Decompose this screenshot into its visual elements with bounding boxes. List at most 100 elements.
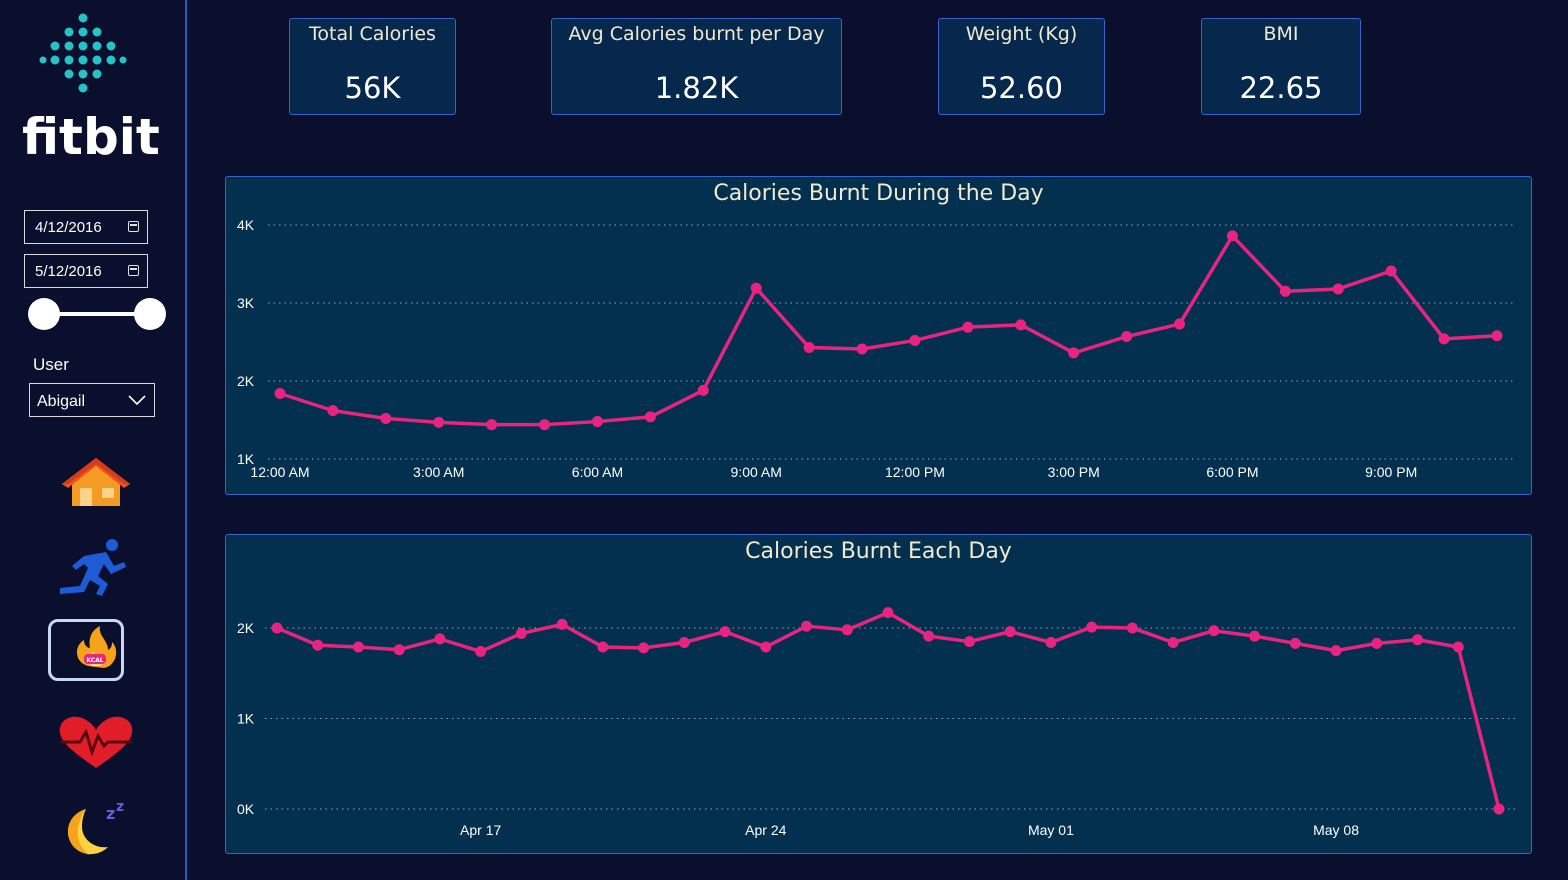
data-point bbox=[475, 646, 487, 658]
start-date-value: 4/12/2016 bbox=[35, 219, 102, 236]
data-point bbox=[963, 636, 975, 648]
data-point bbox=[697, 384, 709, 396]
kpi-title: BMI bbox=[1263, 23, 1299, 45]
data-point bbox=[434, 633, 446, 645]
data-point bbox=[803, 341, 815, 353]
data-point bbox=[1086, 621, 1098, 633]
data-point bbox=[1332, 283, 1344, 295]
data-point bbox=[312, 639, 324, 651]
calendar-icon[interactable] bbox=[128, 265, 139, 276]
data-point bbox=[1015, 319, 1027, 331]
kpi-avg-calories: Avg Calories burnt per Day 1.82K bbox=[551, 18, 842, 115]
data-point bbox=[1226, 230, 1238, 242]
data-point bbox=[556, 618, 568, 630]
kpi-total-calories: Total Calories 56K bbox=[289, 18, 456, 115]
x-tick-label: 3:00 AM bbox=[413, 464, 464, 480]
user-dropdown[interactable]: Abigail bbox=[29, 383, 155, 417]
end-date-input[interactable]: 5/12/2016 bbox=[24, 254, 148, 288]
y-tick-label: 2K bbox=[237, 373, 255, 389]
x-tick-label: 6:00 AM bbox=[572, 464, 623, 480]
data-point bbox=[597, 641, 609, 653]
y-tick-label: 2K bbox=[237, 620, 255, 636]
data-point bbox=[1371, 637, 1383, 649]
x-tick-label: Apr 17 bbox=[460, 822, 501, 838]
sidebar: fitbit 4/12/2016 5/12/2016 User Abigail bbox=[0, 0, 187, 880]
data-point bbox=[274, 387, 286, 399]
x-tick-label: 6:00 PM bbox=[1206, 464, 1258, 480]
data-point bbox=[393, 644, 405, 656]
y-tick-label: 3K bbox=[237, 295, 255, 311]
y-tick-label: 4K bbox=[237, 217, 255, 233]
data-point bbox=[1491, 330, 1503, 342]
data-point bbox=[760, 641, 772, 653]
data-point bbox=[719, 626, 731, 638]
calories-icon[interactable]: KCAL bbox=[50, 618, 142, 682]
data-point bbox=[1289, 637, 1301, 649]
data-point bbox=[271, 622, 283, 634]
data-point bbox=[1068, 347, 1080, 359]
sleep-z-icon: z bbox=[106, 804, 115, 823]
kpi-value: 22.65 bbox=[1239, 71, 1323, 105]
data-point bbox=[486, 419, 498, 431]
data-point bbox=[1208, 625, 1220, 637]
data-point bbox=[1126, 622, 1138, 634]
kpi-title: Avg Calories burnt per Day bbox=[568, 23, 825, 45]
slider-start-handle[interactable] bbox=[28, 298, 60, 330]
series-line bbox=[276, 610, 1501, 810]
data-point bbox=[644, 411, 656, 423]
calories-badge: KCAL bbox=[86, 657, 103, 664]
data-point bbox=[1004, 626, 1016, 638]
data-point bbox=[882, 607, 894, 619]
x-tick-label: 12:00 AM bbox=[250, 464, 309, 480]
data-point bbox=[1045, 636, 1057, 648]
data-point bbox=[1249, 630, 1261, 642]
kpi-weight: Weight (Kg) 52.60 bbox=[938, 18, 1105, 115]
brand-name: fitbit bbox=[22, 108, 160, 166]
chevron-down-icon bbox=[128, 395, 146, 406]
slider-end-handle[interactable] bbox=[134, 298, 166, 330]
user-selected-value: Abigail bbox=[37, 393, 86, 410]
x-tick-label: 9:00 PM bbox=[1365, 464, 1417, 480]
kpi-value: 1.82K bbox=[654, 71, 739, 105]
x-tick-label: May 01 bbox=[1028, 822, 1074, 838]
data-point bbox=[801, 620, 813, 632]
x-tick-label: Apr 24 bbox=[745, 822, 786, 838]
data-point bbox=[923, 630, 935, 642]
daily-calories-chart: 0K 1K 2K Apr 17 Apr 24 May 01 May 08 bbox=[237, 607, 1516, 838]
hourly-calories-chart: 1K2K3K4K12:00 AM 3:00 AM 6:00 AM 9:00 AM 12:… bbox=[237, 217, 1516, 480]
data-point bbox=[841, 624, 853, 636]
data-point bbox=[1167, 636, 1179, 648]
x-tick-label: 9:00 AM bbox=[731, 464, 782, 480]
data-point bbox=[638, 642, 650, 654]
data-point bbox=[678, 636, 690, 648]
data-point bbox=[1452, 641, 1464, 653]
data-point bbox=[1438, 333, 1450, 345]
data-point bbox=[1330, 645, 1342, 657]
data-point bbox=[909, 334, 921, 346]
start-date-input[interactable]: 4/12/2016 bbox=[24, 210, 148, 244]
data-point bbox=[433, 416, 445, 428]
kpi-title: Weight (Kg) bbox=[965, 23, 1078, 45]
data-point bbox=[380, 412, 392, 424]
y-tick-label: 1K bbox=[237, 711, 255, 727]
data-point bbox=[1412, 634, 1424, 646]
heart-rate-icon[interactable] bbox=[50, 710, 142, 774]
data-point bbox=[856, 343, 868, 355]
data-point bbox=[515, 627, 527, 639]
end-date-value: 5/12/2016 bbox=[35, 263, 102, 280]
y-tick-label: 0K bbox=[237, 801, 255, 817]
data-point bbox=[1493, 803, 1505, 815]
x-tick-label: 3:00 PM bbox=[1048, 464, 1100, 480]
data-point bbox=[591, 416, 603, 428]
calendar-icon[interactable] bbox=[128, 221, 139, 232]
x-tick-label: May 08 bbox=[1313, 822, 1359, 838]
sleep-icon[interactable]: z z bbox=[50, 795, 142, 859]
running-icon[interactable] bbox=[50, 536, 142, 600]
data-point bbox=[1279, 285, 1291, 297]
fitbit-logo-icon bbox=[39, 13, 127, 93]
home-icon[interactable] bbox=[50, 450, 142, 514]
series-line bbox=[279, 234, 1498, 427]
data-point bbox=[539, 419, 551, 431]
data-point bbox=[962, 321, 974, 333]
user-label: User bbox=[33, 355, 69, 374]
